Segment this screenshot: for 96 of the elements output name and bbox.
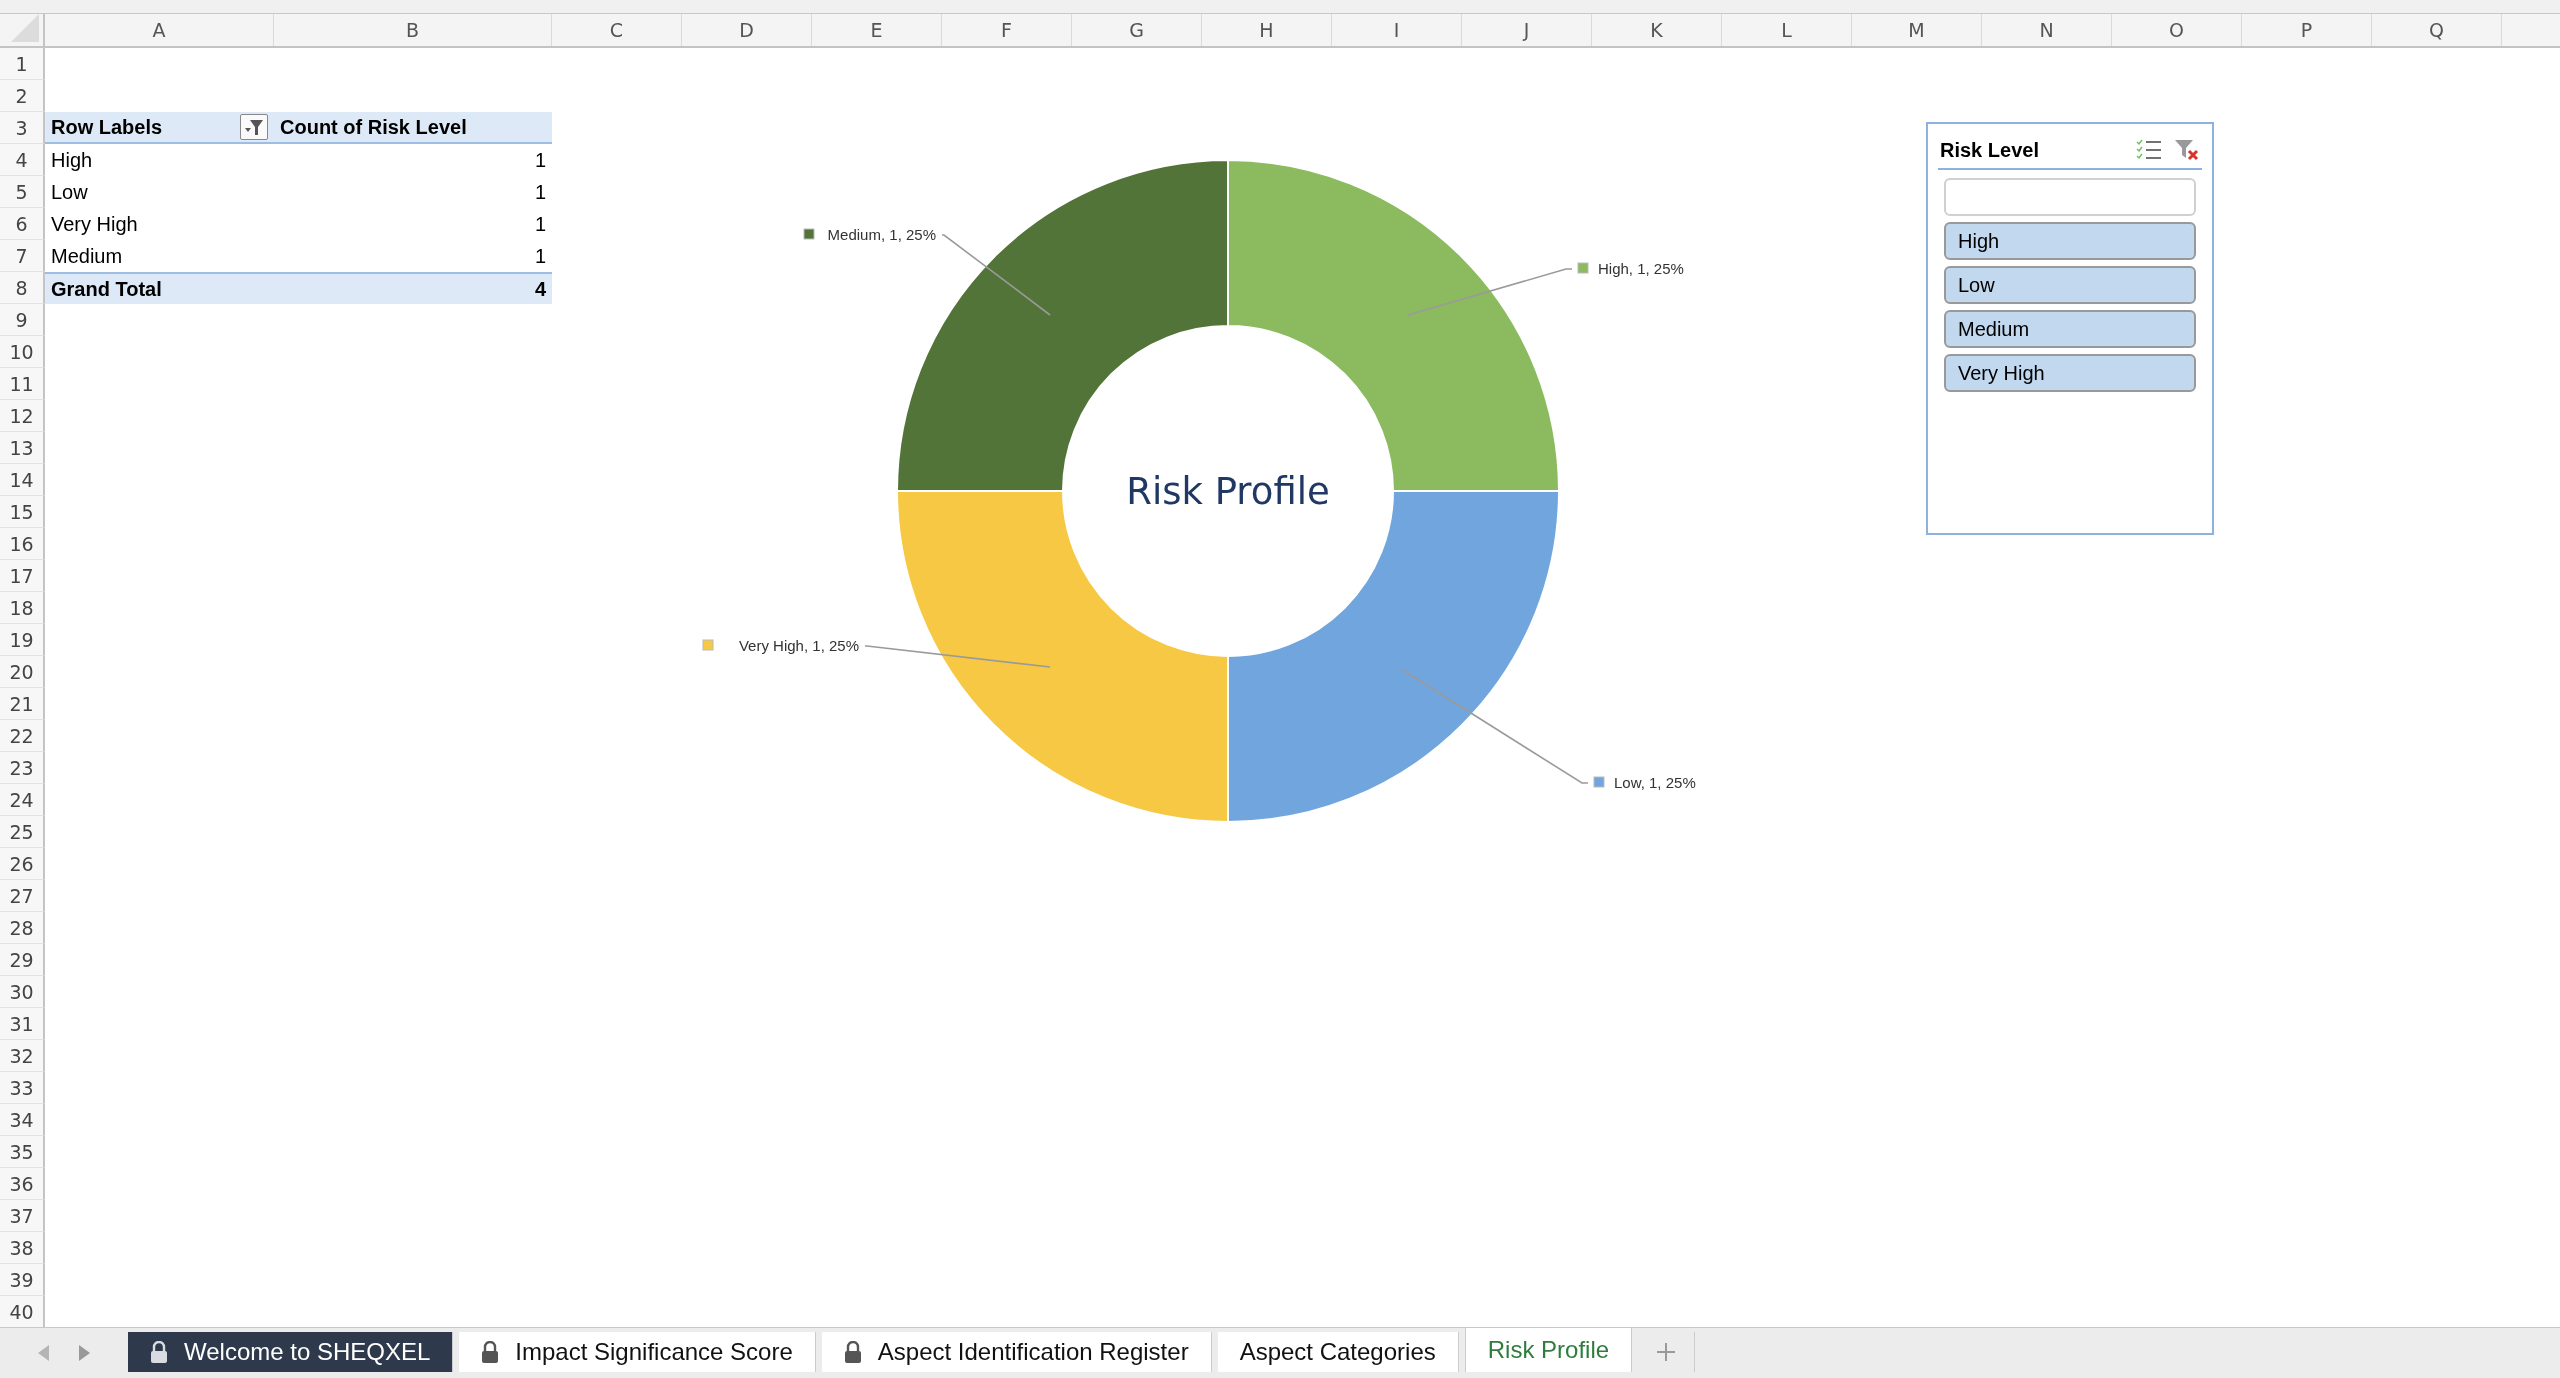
search-field[interactable] bbox=[1944, 178, 2196, 216]
slicer-title: Risk Level bbox=[1940, 138, 2040, 162]
row-number: 18 bbox=[0, 592, 45, 624]
slicer-item[interactable]: High bbox=[1944, 222, 2196, 260]
column-letter[interactable]: A bbox=[45, 14, 274, 46]
row-number: 19 bbox=[0, 624, 45, 656]
row-number: 24 bbox=[0, 784, 45, 816]
count-value: 1 bbox=[534, 212, 546, 236]
row-number: 17 bbox=[0, 560, 45, 592]
row-number: 25 bbox=[0, 816, 45, 848]
row-number: 27 bbox=[0, 880, 45, 912]
count-value: 1 bbox=[534, 148, 546, 172]
row-number: 37 bbox=[0, 1200, 45, 1232]
row-number: 33 bbox=[0, 1072, 45, 1104]
legend-key-icon bbox=[1593, 776, 1605, 788]
sheet-tab[interactable]: Impact Significance Score bbox=[459, 1332, 816, 1372]
row-number: 38 bbox=[0, 1232, 45, 1264]
column-header: Row Labels bbox=[51, 115, 163, 139]
slicer-item[interactable]: Low bbox=[1944, 266, 2196, 304]
row-number: 29 bbox=[0, 944, 45, 976]
sheet-tab[interactable]: Risk Profile bbox=[1464, 1328, 1633, 1372]
row-number: 14 bbox=[0, 464, 45, 496]
column-letter[interactable]: N bbox=[1982, 14, 2112, 46]
column-letter[interactable]: B bbox=[274, 14, 552, 46]
row-number: 1 bbox=[0, 48, 45, 80]
add-sheet-icon[interactable] bbox=[1656, 1342, 1677, 1362]
total-label: Grand Total bbox=[45, 272, 274, 304]
total-value: 4 bbox=[274, 272, 552, 304]
column-letter[interactable]: G bbox=[1072, 14, 1202, 46]
slicer-item[interactable]: Medium bbox=[1944, 310, 2196, 348]
column-letter[interactable]: F bbox=[942, 14, 1072, 46]
column-letter[interactable]: L bbox=[1722, 14, 1852, 46]
row-number: 2 bbox=[0, 80, 45, 112]
row-label: Low bbox=[51, 180, 88, 204]
chart-title: Risk Profile bbox=[1126, 470, 1330, 513]
sheet-tab[interactable]: Welcome to SHEQXEL bbox=[128, 1332, 454, 1372]
row-number: 35 bbox=[0, 1136, 45, 1168]
row-number: 20 bbox=[0, 656, 45, 688]
multi-select-icon[interactable] bbox=[2136, 139, 2162, 161]
row-number: 15 bbox=[0, 496, 45, 528]
row-number: 11 bbox=[0, 368, 45, 400]
column-letter[interactable]: J bbox=[1462, 14, 1592, 46]
row-number: 13 bbox=[0, 432, 45, 464]
data-label: Very High, 1, 25% bbox=[738, 637, 859, 654]
legend-key-icon bbox=[803, 228, 815, 240]
row-number: 32 bbox=[0, 1040, 45, 1072]
column-letter[interactable]: K bbox=[1592, 14, 1722, 46]
row-number: 21 bbox=[0, 688, 45, 720]
column-letter[interactable]: H bbox=[1202, 14, 1332, 46]
row-number: 36 bbox=[0, 1168, 45, 1200]
row-number: 31 bbox=[0, 1008, 45, 1040]
row-number: 4 bbox=[0, 144, 45, 176]
column-letter[interactable]: C bbox=[552, 14, 682, 46]
sheet-tab[interactable]: Aspect Categories bbox=[1217, 1332, 1459, 1372]
clear-filter-icon[interactable] bbox=[2174, 138, 2200, 162]
column-letter[interactable]: P bbox=[2242, 14, 2372, 46]
column-letter[interactable]: Q bbox=[2372, 14, 2502, 46]
count-value: 1 bbox=[534, 180, 546, 204]
data-label: Low, 1, 25% bbox=[1614, 774, 1696, 791]
row-number: 3 bbox=[0, 112, 45, 144]
filter-icon bbox=[244, 118, 264, 136]
row-number: 7 bbox=[0, 240, 45, 272]
legend-key-icon bbox=[702, 639, 714, 651]
slicer-item[interactable]: Very High bbox=[1944, 354, 2196, 392]
column-letter[interactable]: D bbox=[682, 14, 812, 46]
row-number: 9 bbox=[0, 304, 45, 336]
row-number: 30 bbox=[0, 976, 45, 1008]
column-header: Count of Risk Level bbox=[274, 112, 552, 144]
column-letter[interactable]: O bbox=[2112, 14, 2242, 46]
row-number: 12 bbox=[0, 400, 45, 432]
count-value: 1 bbox=[534, 244, 546, 268]
row-number: 6 bbox=[0, 208, 45, 240]
row-number: 5 bbox=[0, 176, 45, 208]
column-letter[interactable]: M bbox=[1852, 14, 1982, 46]
row-number: 26 bbox=[0, 848, 45, 880]
row-number: 28 bbox=[0, 912, 45, 944]
row-label: Very High bbox=[51, 212, 138, 236]
filter-button[interactable] bbox=[240, 114, 268, 140]
column-letter[interactable]: E bbox=[812, 14, 942, 46]
column-letter[interactable]: I bbox=[1332, 14, 1462, 46]
row-number: 22 bbox=[0, 720, 45, 752]
row-number: 8 bbox=[0, 272, 45, 304]
row-number: 16 bbox=[0, 528, 45, 560]
previous-sheet-icon[interactable] bbox=[38, 1345, 50, 1361]
next-sheet-icon[interactable] bbox=[78, 1345, 90, 1361]
row-number: 34 bbox=[0, 1104, 45, 1136]
row-number: 10 bbox=[0, 336, 45, 368]
row-number: 39 bbox=[0, 1264, 45, 1296]
data-label: High, 1, 25% bbox=[1598, 260, 1684, 277]
legend-key-icon bbox=[1577, 262, 1589, 274]
row-label: High bbox=[51, 148, 93, 172]
row-number: 23 bbox=[0, 752, 45, 784]
row-number: 40 bbox=[0, 1296, 45, 1328]
data-label: Medium, 1, 25% bbox=[827, 226, 936, 243]
sheet-tab[interactable]: Aspect Identification Register bbox=[821, 1332, 1212, 1372]
row-label: Medium bbox=[51, 244, 123, 268]
